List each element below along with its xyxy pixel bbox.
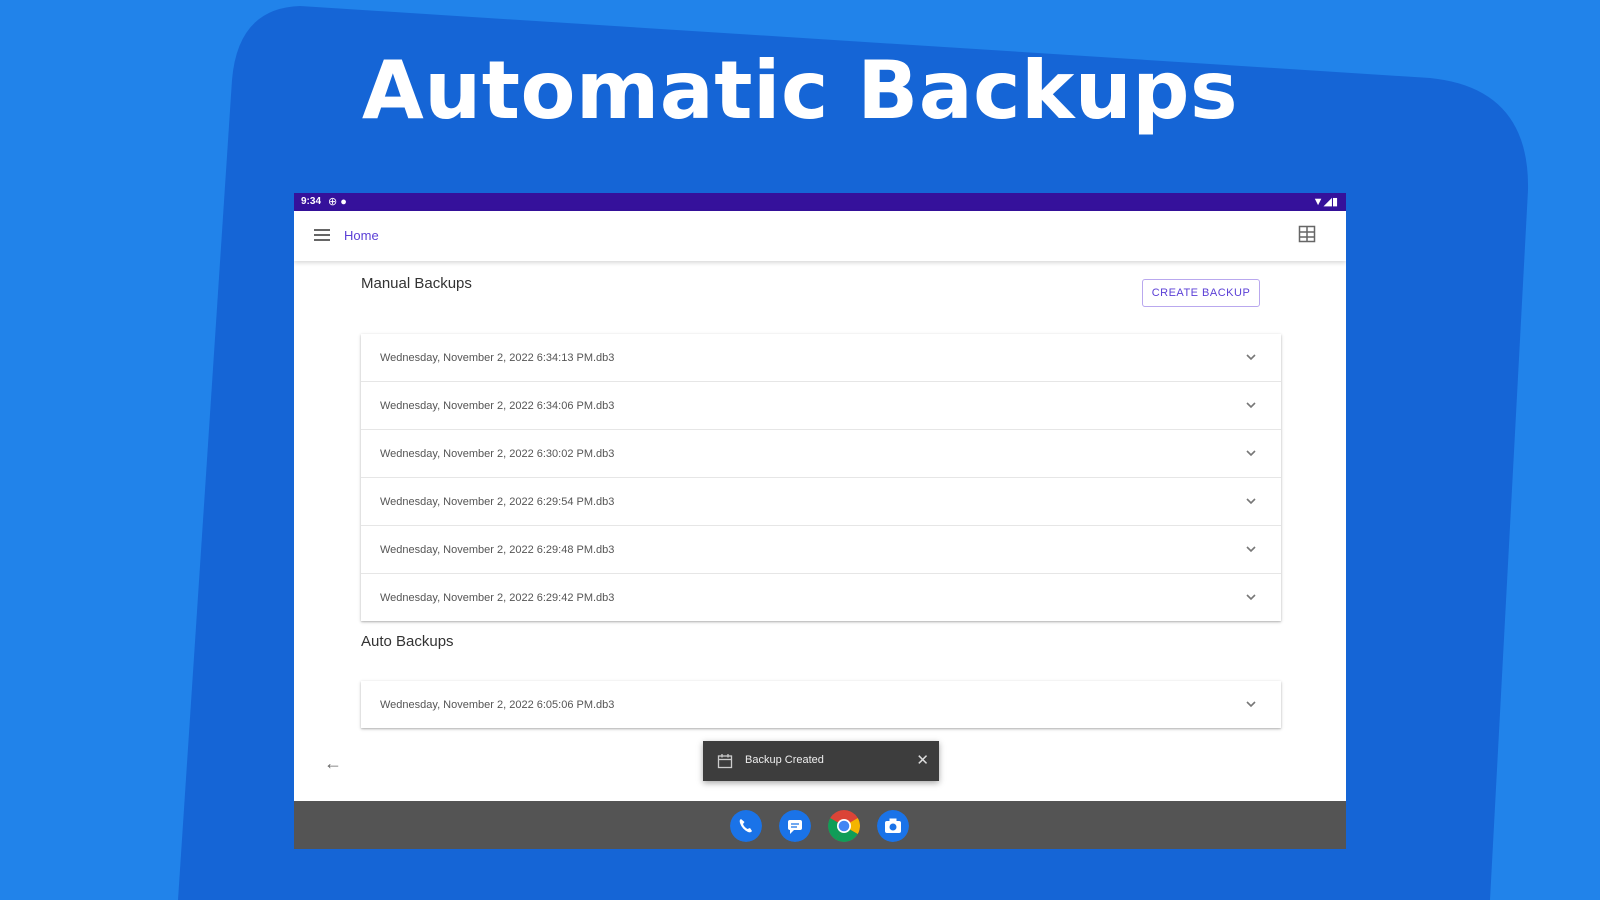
back-arrow-icon[interactable]: ← bbox=[324, 753, 342, 774]
status-icons-left: ⊕ ● bbox=[328, 196, 347, 208]
chevron-down-icon[interactable] bbox=[1245, 592, 1257, 602]
backup-filename: Wednesday, November 2, 2022 6:29:48 PM.d… bbox=[380, 543, 615, 556]
chevron-down-icon[interactable] bbox=[1245, 544, 1257, 554]
list-item[interactable]: Wednesday, November 2, 2022 6:34:13 PM.d… bbox=[361, 334, 1281, 382]
list-item[interactable]: Wednesday, November 2, 2022 6:29:42 PM.d… bbox=[361, 574, 1281, 621]
list-item[interactable]: Wednesday, November 2, 2022 6:30:02 PM.d… bbox=[361, 430, 1281, 478]
create-backup-button[interactable]: CREATE BACKUP bbox=[1142, 279, 1260, 307]
device-screen: 9:34 ⊕ ● ▼◢▮ Home Manual Backups CREATE … bbox=[294, 193, 1346, 849]
backup-filename: Wednesday, November 2, 2022 6:29:54 PM.d… bbox=[380, 495, 615, 508]
backup-filename: Wednesday, November 2, 2022 6:29:42 PM.d… bbox=[380, 591, 615, 604]
status-time: 9:34 bbox=[301, 196, 322, 207]
list-item[interactable]: Wednesday, November 2, 2022 6:29:48 PM.d… bbox=[361, 526, 1281, 574]
backup-filename: Wednesday, November 2, 2022 6:34:13 PM.d… bbox=[380, 351, 615, 364]
messages-icon[interactable] bbox=[779, 810, 811, 842]
chevron-down-icon[interactable] bbox=[1245, 699, 1257, 709]
menu-icon[interactable] bbox=[314, 229, 330, 243]
chevron-down-icon[interactable] bbox=[1245, 352, 1257, 362]
toast-text: Backup Created bbox=[745, 754, 824, 766]
nav-home-link[interactable]: Home bbox=[344, 228, 379, 243]
auto-backups-list: Wednesday, November 2, 2022 6:05:06 PM.d… bbox=[361, 681, 1281, 728]
backup-filename: Wednesday, November 2, 2022 6:34:06 PM.d… bbox=[380, 399, 615, 412]
list-item[interactable]: Wednesday, November 2, 2022 6:29:54 PM.d… bbox=[361, 478, 1281, 526]
phone-icon[interactable] bbox=[730, 810, 762, 842]
manual-backups-title: Manual Backups bbox=[361, 275, 472, 292]
auto-backups-title: Auto Backups bbox=[361, 633, 454, 650]
calendar-icon bbox=[717, 754, 733, 769]
manual-backups-list: Wednesday, November 2, 2022 6:34:13 PM.d… bbox=[361, 334, 1281, 621]
chevron-down-icon[interactable] bbox=[1245, 448, 1257, 458]
camera-icon[interactable] bbox=[877, 810, 909, 842]
toast-notification: Backup Created ✕ bbox=[703, 741, 939, 781]
status-icons-right: ▼◢▮ bbox=[1312, 196, 1338, 208]
list-item[interactable]: Wednesday, November 2, 2022 6:05:06 PM.d… bbox=[361, 681, 1281, 728]
chevron-down-icon[interactable] bbox=[1245, 496, 1257, 506]
headline: Automatic Backups bbox=[361, 44, 1239, 137]
backup-filename: Wednesday, November 2, 2022 6:05:06 PM.d… bbox=[380, 698, 615, 711]
list-item[interactable]: Wednesday, November 2, 2022 6:34:06 PM.d… bbox=[361, 382, 1281, 430]
app-bar: Home bbox=[294, 211, 1346, 261]
close-icon[interactable]: ✕ bbox=[916, 751, 929, 769]
backup-filename: Wednesday, November 2, 2022 6:30:02 PM.d… bbox=[380, 447, 615, 460]
grid-view-icon[interactable] bbox=[1298, 225, 1316, 243]
system-dock bbox=[294, 801, 1346, 849]
chrome-icon[interactable] bbox=[828, 810, 860, 842]
status-bar: 9:34 ⊕ ● ▼◢▮ bbox=[294, 193, 1346, 211]
chevron-down-icon[interactable] bbox=[1245, 400, 1257, 410]
